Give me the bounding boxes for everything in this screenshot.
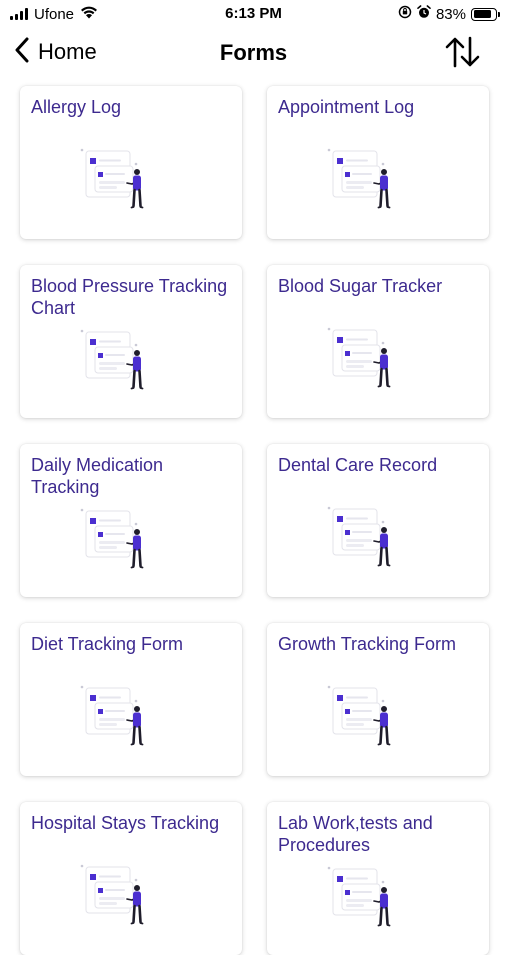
form-card[interactable]: Daily Medication Tracking (20, 444, 242, 597)
form-card-title: Daily Medication Tracking (31, 455, 164, 497)
form-card[interactable]: Blood Pressure Tracking Chart (20, 265, 242, 418)
form-card[interactable]: Diet Tracking Form (20, 623, 242, 776)
form-illustration-icon (78, 683, 150, 751)
form-card[interactable]: Dental Care Record (267, 444, 489, 597)
form-illustration-icon (78, 862, 150, 930)
form-card[interactable]: Allergy Log (20, 86, 242, 239)
battery-icon (471, 7, 500, 21)
status-bar: Ufone 6:13 PM 83% (0, 0, 507, 28)
sort-arrows-icon (445, 36, 480, 68)
form-card[interactable]: Blood Sugar Tracker (267, 265, 489, 418)
form-card[interactable]: Growth Tracking Form (267, 623, 489, 776)
form-card-title: Hospital Stays Tracking (31, 813, 220, 833)
form-illustration-icon (325, 504, 397, 572)
status-indicators: 83% (398, 4, 500, 24)
form-illustration-icon (325, 864, 397, 932)
form-card-title: Growth Tracking Form (278, 634, 457, 654)
sort-button[interactable] (443, 34, 483, 70)
form-illustration-icon (325, 325, 397, 393)
form-illustration-icon (78, 146, 150, 214)
navigation-bar: Home Forms (0, 28, 507, 76)
form-card[interactable]: Lab Work,tests and Procedures (267, 802, 489, 955)
form-card-title: Lab Work,tests and Procedures (278, 813, 433, 855)
form-card-title: Blood Sugar Tracker (278, 276, 443, 296)
form-card[interactable]: Hospital Stays Tracking (20, 802, 242, 955)
form-card-title: Diet Tracking Form (31, 634, 184, 654)
form-illustration-icon (325, 683, 397, 751)
form-illustration-icon (78, 506, 150, 574)
form-card-title: Blood Pressure Tracking Chart (31, 276, 228, 318)
form-illustration-icon (78, 327, 150, 395)
form-illustration-icon (325, 146, 397, 214)
alarm-icon (417, 5, 431, 23)
form-card-title: Dental Care Record (278, 455, 438, 475)
form-card[interactable]: Appointment Log (267, 86, 489, 239)
battery-percent: 83% (435, 5, 466, 23)
forms-grid: Allergy Log Appointment Log Blood Pressu… (20, 86, 490, 955)
form-card-title: Allergy Log (31, 97, 122, 117)
page-title: Forms (219, 40, 288, 65)
orientation-lock-icon (398, 5, 412, 23)
form-card-title: Appointment Log (278, 97, 415, 117)
